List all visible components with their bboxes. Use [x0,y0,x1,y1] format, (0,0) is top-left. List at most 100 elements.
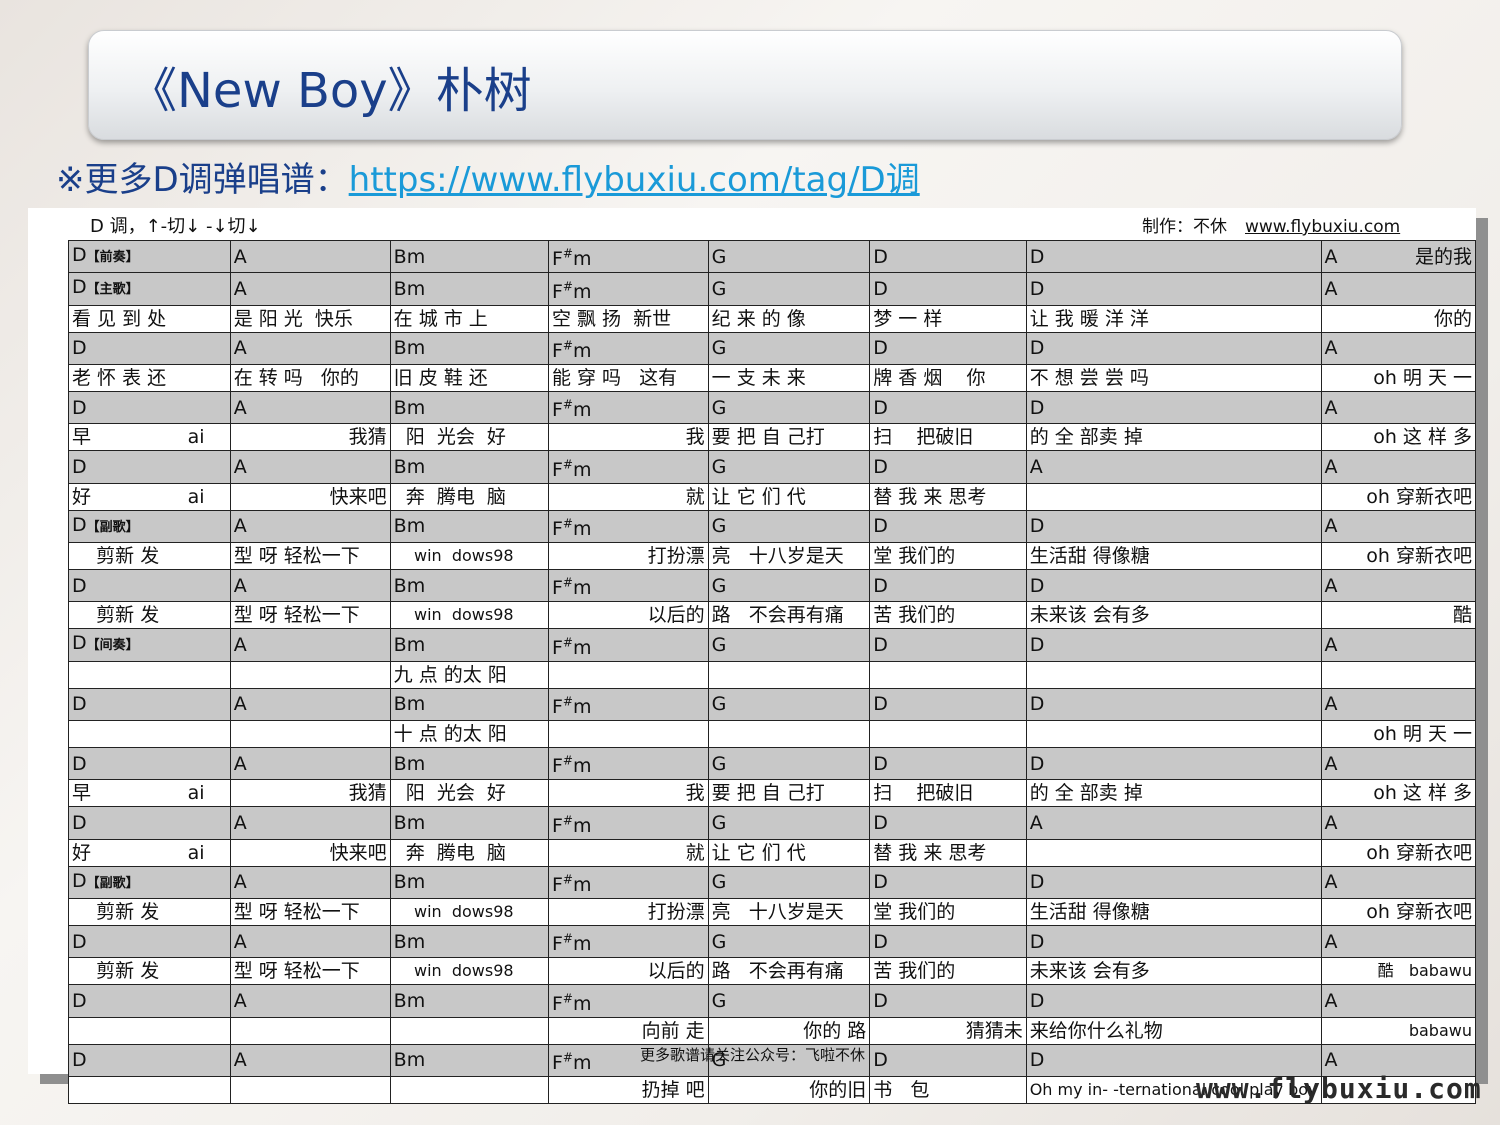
chord-cell: A 是的我 [1320,239,1477,274]
chord-cell: Bm [389,687,549,721]
lyric-cell: 剪新 发 [68,541,231,570]
chord-cell: A [1320,568,1477,603]
lyric-cell: 看 见 到 处 [68,304,231,333]
chord-symbol: F#m [551,457,592,481]
page-title: 《New Boy》朴树 [129,63,532,119]
chord-symbol: G [711,515,727,538]
chord-cell: Bm [389,568,549,603]
lyric-cell: babawu [1320,1016,1477,1045]
lyric-cell: oh 穿新衣吧 [1320,482,1477,511]
lyric-cell: 我 [547,779,709,808]
more-scores-line: ※更多D调弹唱谱：https://www.flybuxiu.com/tag/D调 [56,152,920,201]
lyric-cell: 牌 香 烟 你 [869,363,1027,392]
chord-cell: D [1025,984,1322,1018]
chord-symbol: Bm [393,1049,426,1072]
lyric-cell: 剪新 发 [68,601,231,630]
lyric-cell: 亮 十八岁是天 [707,897,871,926]
lyric-cell: 空 飘 扬 新世 [547,304,709,333]
chord-cell: A [229,509,391,543]
chord-symbol: D [72,513,87,536]
lyric-cell [869,719,1027,748]
chord-cell: G [707,509,871,543]
chord-symbol: F#m [551,247,592,271]
lyric-cell [229,1075,391,1104]
chord-symbol: D [873,930,888,953]
chord-symbol: Bm [393,245,426,268]
lyric-cell: 你的 [1320,304,1477,333]
chord-row: D A Bm F#m G D D A [68,331,1477,365]
chord-symbol: A [233,930,247,953]
chord-cell: F#m [547,390,709,425]
lyric-cell: oh 明 天 一 [1320,719,1477,748]
chord-cell: D【副歌】 [68,509,231,543]
chord-cell: A [229,628,391,662]
lyric-cell: 打扮漂 [547,541,709,570]
chord-symbol: F#m [551,338,592,362]
lyric-cell: 要 把 自 己打 [707,423,871,452]
chord-cell: A [1320,806,1477,840]
chord-cell: F#m [547,924,709,959]
chord-symbol: F#m [551,516,592,540]
chord-symbol: Bm [393,277,426,300]
chord-cell: G [707,865,871,899]
lyric-cell: 路 不会再有痛 [707,957,871,986]
lyric-cell: 扔掉 吧 [547,1075,709,1104]
lyric-cell: oh 穿新衣吧 [1320,897,1477,926]
title-banner: 《New Boy》朴树 [88,30,1402,140]
chord-row: D A Bm F#m G D A A [68,450,1477,484]
lyric-cell: 梦 一 样 [869,304,1027,333]
chord-symbol: A [233,811,247,834]
chord-symbol: A [1324,337,1338,360]
chord-cell: A [229,568,391,603]
chord-symbol: G [711,633,727,656]
lyric-cell: 苦 我们的 [869,601,1027,630]
chord-symbol: D [1029,693,1045,716]
chord-cell: G [707,806,871,840]
lyric-cell: 你的 路 [707,1016,871,1045]
lyric-cell: 我 [547,423,709,452]
lyric-cell: 在 转 吗 你的 [229,363,391,392]
credit: 制作：不休 www.flybuxiu.com [1142,212,1400,237]
chord-cell: A [229,806,391,840]
chord-cell: D [869,272,1027,306]
chord-cell: D【主歌】 [68,272,231,306]
more-scores-link[interactable]: https://www.flybuxiu.com/tag/D调 [349,160,920,200]
chord-symbol: Bm [393,455,426,478]
chord-cell: G [707,687,871,721]
chord-symbol: Bm [393,633,426,656]
chord-symbol: D [72,989,87,1012]
chord-symbol: G [711,871,727,894]
chord-cell: D [68,390,231,425]
chord-cell: G [707,239,871,274]
chord-cell: D [1025,628,1322,662]
chord-symbol: A [1029,811,1043,834]
chord-cell: D [1025,687,1322,721]
chord-cell: D [869,390,1027,425]
lyric-cell: 你的旧 [707,1075,871,1104]
chord-symbol: G [711,337,727,360]
chord-cell: Bm [389,331,549,365]
lyric-cell: 让 它 们 代 [707,482,871,511]
chord-symbol: D [72,574,87,597]
chord-symbol: D [72,244,87,267]
lyric-cell: 猜猜未 [869,1016,1027,1045]
chord-symbol: A [1324,1049,1338,1072]
chord-cell: D [1025,509,1322,543]
lyric-cell: 型 呀 轻松一下 [229,601,391,630]
chord-symbol: D [873,693,888,716]
lyric-cell: 堂 我们的 [869,897,1027,926]
chord-symbol: A [233,1049,247,1072]
chord-symbol: G [711,752,727,775]
lyric-cell: 生活甜 得像糖 [1025,897,1322,926]
lyric-cell: 奔 腾电 脑 [389,838,549,867]
chord-cell: A [1025,450,1322,484]
chord-cell: Bm [389,272,549,306]
chord-cell: Bm [389,865,549,899]
chord-symbol: D [873,337,888,360]
chord-cell: D [68,806,231,840]
lyric-cell: 向前 走 [547,1016,709,1045]
chord-symbol: D [1029,752,1045,775]
sheet-footer: 更多歌谱请关注公众号：飞啦不休 [640,1046,866,1064]
lyric-cell: 让 它 们 代 [707,838,871,867]
more-scores-prefix: ※更多D调弹唱谱： [56,160,349,200]
